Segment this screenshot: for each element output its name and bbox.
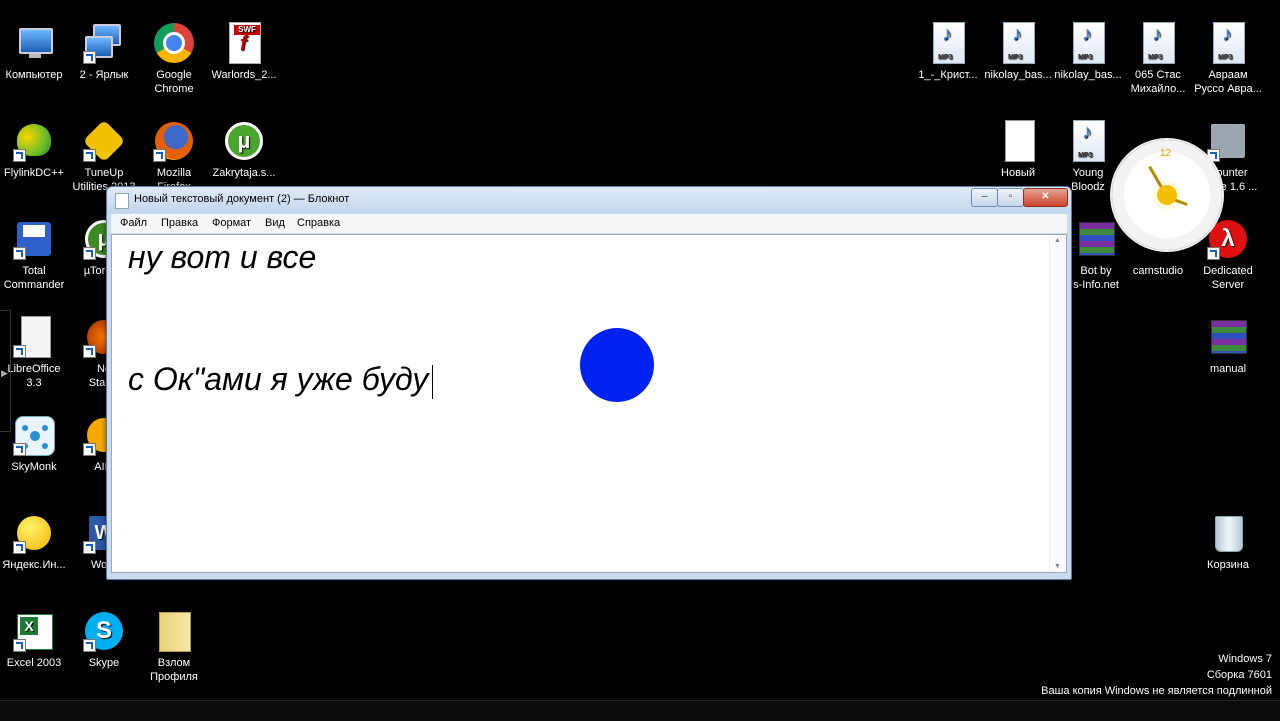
mp3-icon: ♪ MP3 xyxy=(1067,22,1109,64)
watermark-os: Windows 7 xyxy=(1218,653,1272,665)
watermark-genuine: Ваша копия Windows не является подлинной xyxy=(1041,685,1272,697)
mp3-icon: ♪ MP3 xyxy=(1067,120,1109,162)
skype-icon: S xyxy=(83,610,125,652)
cursor-highlight xyxy=(580,328,654,402)
text-editor[interactable]: ну вот и все с Ок"ами я уже буду ▲ ▼ xyxy=(111,234,1067,573)
desktop-icon-vzlom[interactable]: Взлом Профиля xyxy=(138,610,210,684)
desktop-icon-shortcut-2[interactable]: 2 - Ярлык xyxy=(68,22,140,82)
desktop-icon-warlords[interactable]: SWF f Warlords_2... xyxy=(208,22,280,82)
desktop-icon-recycle-bin[interactable]: Корзина xyxy=(1192,512,1264,572)
vertical-scrollbar[interactable]: ▲ ▼ xyxy=(1049,235,1066,572)
desktop-icon-manual[interactable]: manual xyxy=(1192,316,1264,376)
desktop-icon-skype[interactable]: S Skype xyxy=(68,610,140,670)
swf-file-icon: SWF f xyxy=(223,22,265,64)
desktop-icon-tuneup[interactable]: TuneUp Utilities 2013 xyxy=(68,119,140,194)
menu-format[interactable]: Формат xyxy=(212,217,251,229)
window-titlebar[interactable]: Новый текстовый документ (2) — Блокнот –… xyxy=(107,187,1071,213)
desktop-icon-yandex[interactable]: Яндекс.Ин... xyxy=(0,512,70,572)
skymonk-icon xyxy=(13,414,55,456)
libreoffice-icon xyxy=(13,316,55,358)
utorrent-icon: µ xyxy=(223,120,265,162)
menu-help[interactable]: Справка xyxy=(297,217,340,229)
total-commander-icon xyxy=(13,218,55,260)
editor-line-2: с Ок"ами я уже буду xyxy=(128,361,434,399)
mp3-icon: ♪ MP3 xyxy=(1207,22,1249,64)
desktop-icon-excel[interactable]: Excel 2003 xyxy=(0,610,70,670)
menu-edit[interactable]: Правка xyxy=(161,217,198,229)
window-title: Новый текстовый документ (2) — Блокнот xyxy=(134,193,350,205)
clock-twelve-mark: 12 xyxy=(1160,148,1172,159)
desktop-icon-chrome[interactable]: Google Chrome xyxy=(138,22,210,96)
desktop-icon-total-commander[interactable]: Total Commander xyxy=(0,218,70,292)
desktop-icon-zakrytaja[interactable]: µ Zakrytaja.s... xyxy=(208,120,280,180)
firefox-icon xyxy=(153,120,195,162)
desktop-icon-mp3-4[interactable]: ♪ MP3 065 Стас Михайло... xyxy=(1122,22,1194,96)
desktop-icon-mp3-2[interactable]: ♪ MP3 nikolay_bas... xyxy=(982,22,1054,82)
desktop-icon-firefox[interactable]: Mozilla Firefox xyxy=(138,120,210,194)
expand-arrow-icon[interactable]: ▶ xyxy=(1,368,8,379)
yandex-icon xyxy=(13,512,55,554)
scroll-down-icon[interactable]: ▼ xyxy=(1054,563,1061,570)
maximize-button[interactable]: ▫ xyxy=(997,188,1024,207)
menu-view[interactable]: Вид xyxy=(265,217,285,229)
counter-strike-icon xyxy=(1207,120,1249,162)
computer-icon xyxy=(13,22,55,64)
clock-gadget[interactable]: 12 xyxy=(1112,140,1222,250)
taskbar[interactable] xyxy=(0,700,1280,721)
menu-bar: Файл Правка Формат Вид Справка xyxy=(111,214,1067,234)
recycle-bin-icon xyxy=(1207,512,1249,554)
folder-icon xyxy=(153,610,195,652)
close-button[interactable]: ✕ xyxy=(1023,188,1068,207)
editor-line-1: ну вот и все xyxy=(128,239,317,275)
text-file-icon xyxy=(997,120,1039,162)
desktop-icon-flylink[interactable]: FlylinkDC++ xyxy=(0,120,70,180)
desktop-icon-mp3-1[interactable]: ♪ MP3 1_-_Крист... xyxy=(912,22,984,82)
flylink-icon xyxy=(13,120,55,162)
mp3-icon: ♪ MP3 xyxy=(1137,22,1179,64)
desktop-icon-mp3-3[interactable]: ♪ MP3 nikolay_bas... xyxy=(1052,22,1124,82)
watermark-build: Сборка 7601 xyxy=(1206,669,1272,681)
clock-center xyxy=(1157,185,1177,205)
minimize-button[interactable]: – xyxy=(971,188,998,207)
text-caret xyxy=(432,364,434,399)
desktop-icon-mp3-5[interactable]: ♪ MP3 Авраам Руссо Авра... xyxy=(1192,22,1264,96)
mp3-icon: ♪ MP3 xyxy=(927,22,969,64)
mp3-icon: ♪ MP3 xyxy=(997,22,1039,64)
desktop-icon-new-text[interactable]: Новый xyxy=(982,120,1054,180)
tuneup-icon xyxy=(82,119,126,163)
winrar-icon xyxy=(1207,316,1249,358)
menu-file[interactable]: Файл xyxy=(120,217,147,229)
notepad-icon xyxy=(115,193,129,209)
network-computer-icon xyxy=(83,22,125,64)
desktop-icon-computer[interactable]: Компьютер xyxy=(0,22,70,82)
winrar-icon xyxy=(1075,218,1117,260)
scroll-up-icon[interactable]: ▲ xyxy=(1054,237,1061,244)
excel-icon xyxy=(13,610,55,652)
chrome-icon xyxy=(153,22,195,64)
